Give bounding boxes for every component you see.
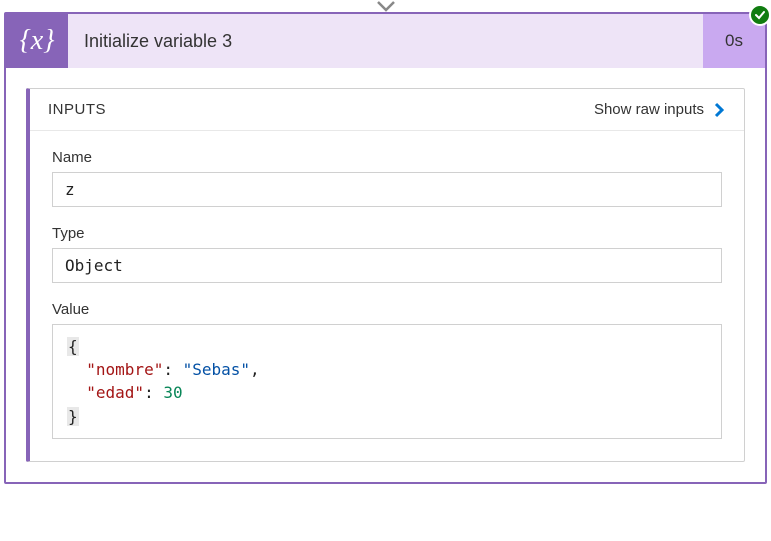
field-value-type[interactable]: Object: [52, 248, 722, 283]
show-raw-label: Show raw inputs: [594, 101, 704, 118]
show-raw-inputs-button[interactable]: Show raw inputs: [594, 101, 726, 118]
field-label-name: Name: [52, 149, 722, 166]
field-value-json[interactable]: { "nombre": "Sebas", "edad": 30 }: [52, 324, 722, 439]
inputs-content: Name z Type Object Value { "nombre": "Se…: [30, 131, 744, 461]
field-name: Name z: [52, 149, 722, 207]
field-label-value: Value: [52, 301, 722, 318]
success-badge-icon: [749, 4, 771, 26]
inputs-panel: INPUTS Show raw inputs Name z Type Objec…: [26, 88, 745, 462]
chevron-right-icon: [712, 102, 726, 118]
field-value-name[interactable]: z: [52, 172, 722, 207]
inputs-header: INPUTS Show raw inputs: [30, 89, 744, 131]
action-card[interactable]: {x} Initialize variable 3 0s INPUTS Show…: [4, 12, 767, 484]
field-label-type: Type: [52, 225, 722, 242]
variable-icon: {x}: [6, 14, 68, 68]
inputs-label: INPUTS: [48, 101, 106, 118]
card-title: Initialize variable 3: [68, 14, 703, 68]
card-header[interactable]: {x} Initialize variable 3 0s: [6, 14, 765, 68]
field-value: Value { "nombre": "Sebas", "edad": 30 }: [52, 301, 722, 439]
flow-arrow-icon: [0, 0, 771, 12]
field-type: Type Object: [52, 225, 722, 283]
card-body: INPUTS Show raw inputs Name z Type Objec…: [6, 68, 765, 482]
